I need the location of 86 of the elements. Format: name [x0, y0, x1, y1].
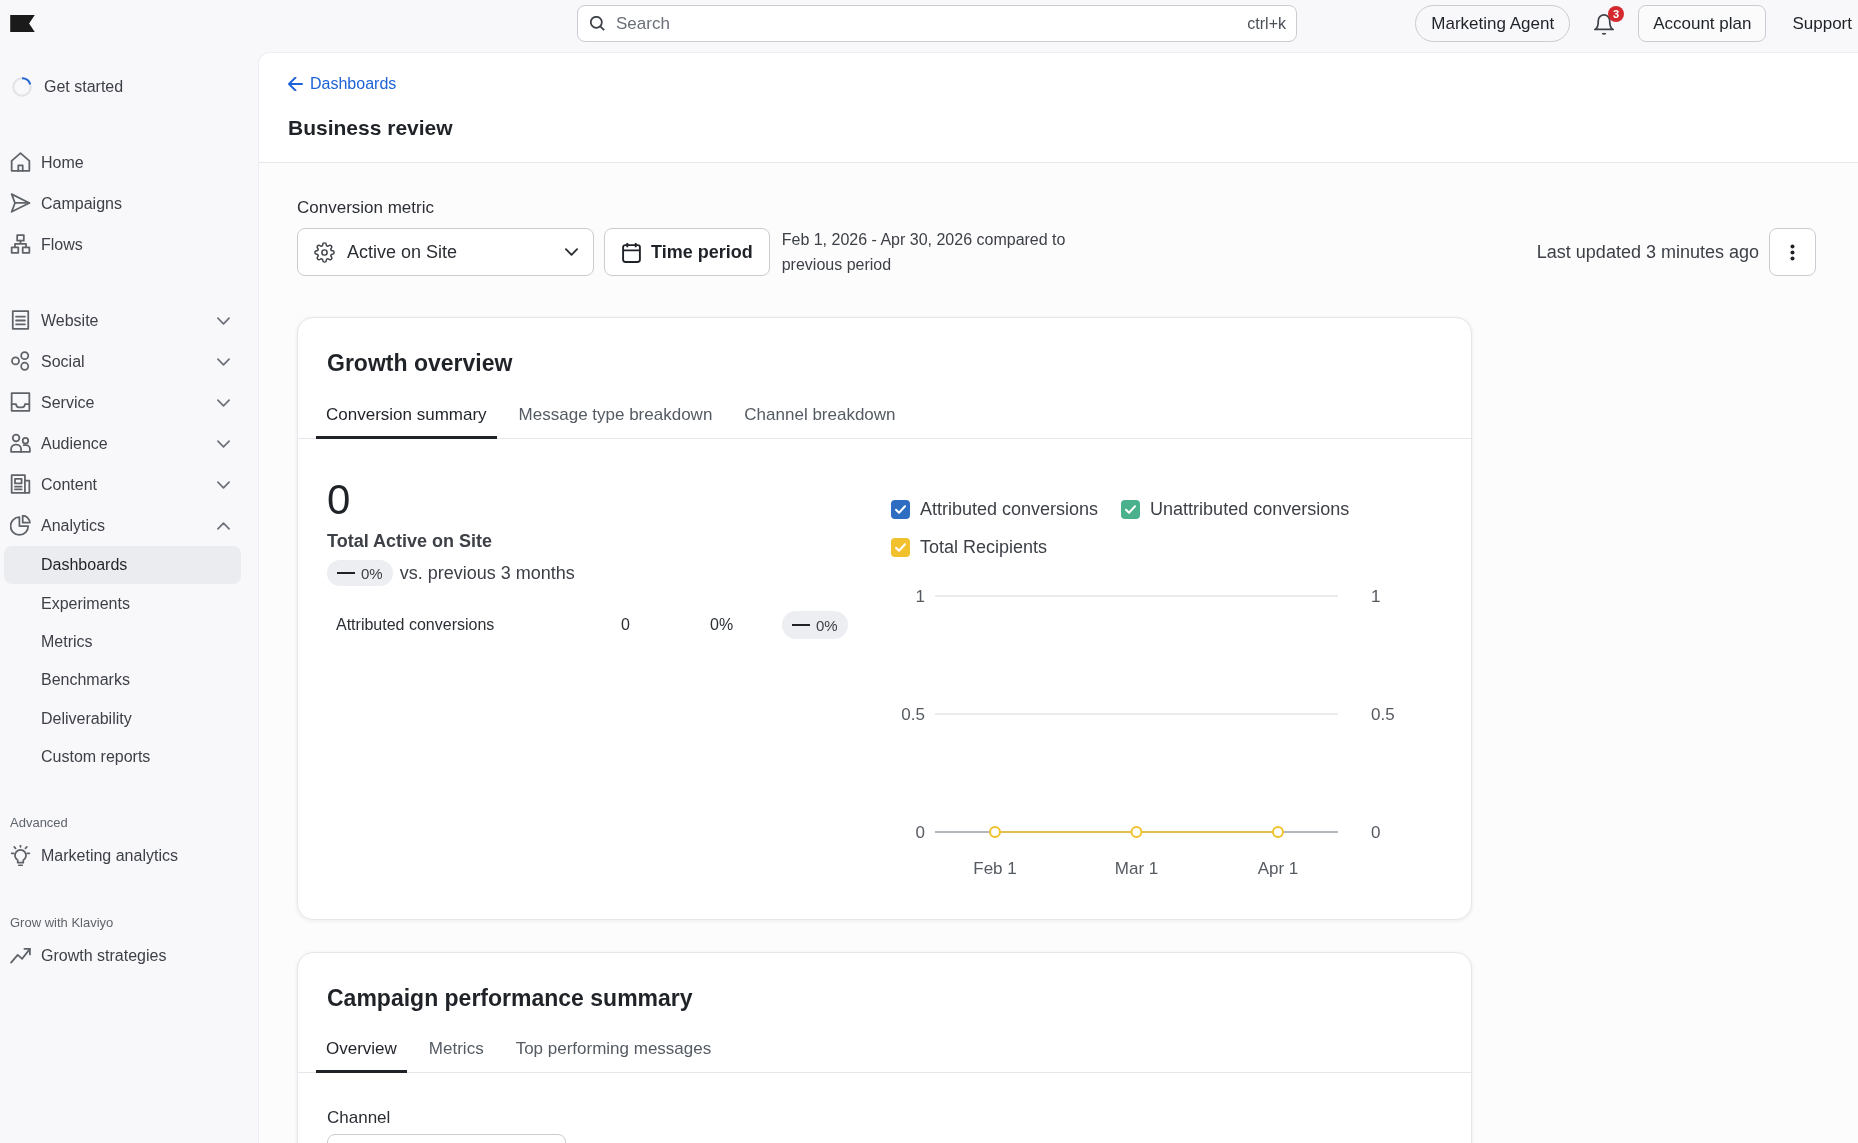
nav-item[interactable]: Flows	[4, 224, 241, 265]
nav-item[interactable]: Social	[4, 341, 241, 382]
marketing-agent-button[interactable]: Marketing Agent	[1415, 5, 1571, 42]
metric-dropdown[interactable]: Active on Site	[297, 228, 594, 276]
last-updated-text: Last updated 3 minutes ago	[1536, 241, 1759, 263]
nav-subitem[interactable]: Benchmarks	[4, 661, 241, 700]
comparison-text: vs. previous 3 months	[399, 562, 575, 584]
inbox-icon	[10, 392, 31, 413]
nav-item[interactable]: Campaigns	[4, 183, 241, 224]
dash-icon	[792, 624, 810, 626]
section-heading: Advanced	[9, 814, 69, 833]
nav-item[interactable]: Website	[4, 300, 241, 341]
y-axis-label: 0.5	[1371, 705, 1395, 724]
send-icon	[10, 193, 31, 214]
nav-item[interactable]: Growth strategies	[4, 935, 241, 977]
account-plan-button[interactable]: Account plan	[1638, 5, 1767, 42]
back-link[interactable]: Dashboards	[288, 72, 397, 96]
tab[interactable]: Metrics	[418, 1027, 494, 1073]
arrow-left-icon	[288, 77, 303, 91]
legend-checkbox[interactable]	[891, 499, 910, 519]
total-value: 0	[327, 476, 352, 524]
nav-item[interactable]: Marketing analytics	[4, 835, 241, 877]
notification-count: 3	[1608, 6, 1625, 22]
change-percent: 0%	[361, 564, 383, 582]
search-icon	[590, 16, 605, 31]
keyboard-shortcut-hint: ctrl+k	[1247, 14, 1286, 33]
y-axis-label: 0	[915, 823, 925, 842]
total-label: Total Active on Site	[327, 530, 494, 553]
nav-subitem[interactable]: Custom reports	[4, 737, 241, 777]
nav-item[interactable]: Content	[4, 464, 241, 505]
newspaper-icon	[10, 474, 31, 495]
change-percent: 0%	[816, 616, 838, 634]
x-axis-label: Mar 1	[1114, 859, 1159, 878]
section-heading: Grow with Klaviyo	[9, 914, 115, 933]
lightbulb-icon	[10, 845, 31, 867]
nav-item[interactable]: Home	[4, 142, 241, 183]
vertical-dots-icon	[1790, 243, 1795, 261]
calendar-icon	[622, 241, 641, 263]
tab[interactable]: Top performing messages	[505, 1027, 722, 1073]
tab[interactable]: Message type breakdown	[508, 393, 723, 439]
support-link[interactable]: Support	[1792, 13, 1852, 34]
chevron-down-icon	[565, 248, 578, 256]
nav-subitem[interactable]: Experiments	[4, 584, 241, 623]
x-axis-label: Apr 1	[1257, 859, 1299, 878]
people-icon	[10, 433, 31, 454]
date-range-text: Feb 1, 2026 - Apr 30, 2026 compared to previous period	[781, 230, 1067, 275]
x-axis-label: Feb 1	[973, 859, 1017, 878]
get-started-item[interactable]: Get started	[4, 67, 241, 107]
card-title: Campaign performance summary	[326, 984, 694, 1013]
dash-icon	[337, 572, 355, 574]
nav-subitem[interactable]: Dashboards	[4, 546, 241, 585]
nav-subitem[interactable]: Deliverability	[4, 699, 241, 738]
bell-icon[interactable]	[1594, 14, 1615, 35]
legend-checkbox[interactable]	[891, 537, 910, 557]
y-axis-label: 1	[1371, 587, 1381, 606]
y-axis-label: 1	[915, 587, 925, 606]
nav-item[interactable]: Audience	[4, 423, 241, 464]
document-icon	[10, 310, 31, 331]
logo-icon[interactable]	[10, 15, 35, 32]
page-title: Business review	[288, 115, 454, 141]
metric-name: Attributed conversions	[336, 616, 496, 634]
legend-label: Attributed conversions	[920, 498, 1099, 521]
y-axis-label: 0	[1371, 823, 1381, 842]
y-axis-label: 0.5	[901, 705, 925, 724]
tab[interactable]: Conversion summary	[316, 393, 497, 439]
nav-item[interactable]: Service	[4, 382, 241, 423]
tab[interactable]: Overview	[316, 1027, 407, 1073]
legend-label: Total Recipients	[920, 536, 1048, 559]
hierarchy-icon	[10, 234, 31, 255]
more-options-button[interactable]	[1769, 228, 1816, 276]
nav-item[interactable]: Analytics	[4, 505, 241, 546]
time-period-button[interactable]: Time period	[604, 228, 770, 276]
progress-ring-icon	[11, 76, 33, 98]
gear-icon	[314, 241, 335, 263]
field-label: Channel	[327, 1107, 392, 1129]
field-label: Conversion metric	[297, 197, 435, 219]
tab[interactable]: Channel breakdown	[734, 393, 906, 439]
house-icon	[10, 152, 31, 173]
metric-share: 0%	[710, 616, 735, 634]
metric-value: 0	[621, 616, 631, 634]
card-title: Growth overview	[326, 349, 514, 378]
nav-subitem[interactable]: Metrics	[4, 622, 241, 662]
pie-chart-icon	[10, 515, 31, 536]
legend-checkbox[interactable]	[1121, 499, 1141, 519]
linked-circles-icon	[10, 351, 31, 372]
legend-label: Unattributed conversions	[1150, 498, 1350, 521]
